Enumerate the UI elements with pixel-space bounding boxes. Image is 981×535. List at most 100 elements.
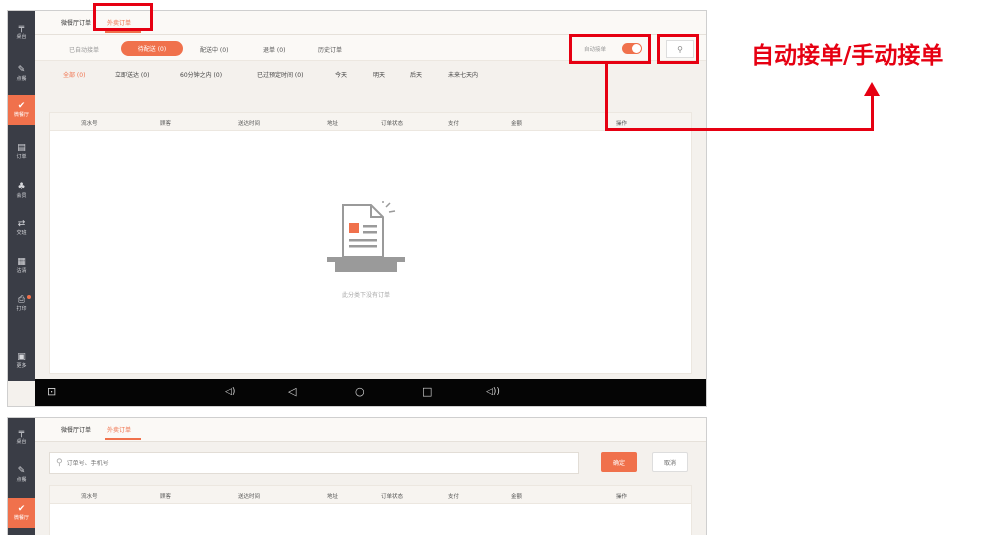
column-header: 送达时间 [238, 121, 261, 127]
column-header: 送达时间 [238, 494, 261, 500]
sidebar-item-label: 微餐厅 [13, 515, 29, 521]
filter-immediate[interactable]: 立即送达 (0) [115, 70, 149, 79]
sidebar-item-sold-out[interactable]: ▦ 沽清 [8, 251, 35, 281]
filter-overdue[interactable]: 已过预定时间 (0) [257, 70, 303, 79]
sidebar-item-member[interactable]: ♣ 会员 [8, 176, 35, 206]
notification-dot [27, 295, 31, 299]
tab-underline [105, 438, 141, 440]
column-header: 订单状态 [381, 121, 404, 127]
volume-up-icon[interactable]: ◁)) [486, 385, 500, 399]
screenshot-key-icon[interactable]: ⊡ [47, 385, 56, 399]
sidebar-item-label: 会员 [16, 193, 27, 199]
column-header: 流水号 [81, 121, 98, 127]
tab-wechat-orders[interactable]: 微餐厅订单 [61, 425, 91, 434]
orders-icon: ▤ [17, 143, 26, 153]
arrow-up-icon [864, 82, 880, 96]
column-header: 地址 [327, 121, 339, 127]
connector-line-up [871, 95, 874, 131]
confirm-button[interactable]: 确定 [601, 452, 637, 472]
filter-day-after[interactable]: 后天 [410, 70, 422, 79]
main-screen: ╤ 桌台 ✎ 点餐 ✔ 微餐厅 ▤ 订单 ♣ 会员 ⇄ 交班 ▦ 沽清 ⎙ 打印 [7, 10, 707, 407]
wechat-restaurant-icon: ✔ [17, 101, 26, 111]
more-icon: ▣ [17, 352, 26, 362]
sidebar-item-label: 打印 [16, 306, 27, 312]
sidebar-item-label: 沽清 [16, 268, 27, 274]
orders-table: 流水号 顾客 送达时间 地址 订单状态 支付 金额 操作 [49, 112, 692, 374]
sidebar-item-label: 桌台 [16, 439, 27, 445]
connector-line-horizontal [605, 128, 874, 131]
sidebar-item-wechat-restaurant[interactable]: ✔ 微餐厅 [8, 95, 35, 125]
tab-auto-accepted[interactable]: 已自动接单 [69, 45, 99, 54]
sidebar: ╤ 桌台 ✎ 点餐 ✔ 微餐厅 ▤ 订单 ♣ 会员 ⇄ 交班 ▦ 沽清 ⎙ 打印 [8, 11, 35, 381]
tab-pending-delivery[interactable]: 待配送 (0) [121, 41, 183, 56]
sidebar-item-label: 桌台 [16, 34, 27, 40]
volume-down-icon[interactable]: ◁) [225, 385, 235, 399]
filter-all[interactable]: 全部 (0) [63, 70, 85, 79]
sidebar-item-handover[interactable]: ⇄ 交班 [8, 213, 35, 243]
table-header: 流水号 顾客 送达时间 地址 订单状态 支付 金额 操作 [50, 486, 691, 504]
member-icon: ♣ [17, 182, 26, 192]
column-header: 操作 [616, 494, 628, 500]
column-header: 流水号 [81, 494, 98, 500]
column-header: 地址 [327, 494, 339, 500]
recent-apps-icon[interactable]: □ [422, 385, 432, 399]
sidebar: ╤ 桌台 ✎ 点餐 ✔ 微餐厅 [8, 418, 35, 535]
sidebar-item-label: 订单 [16, 154, 27, 160]
highlight-takeout-tab [93, 3, 153, 31]
order-food-icon: ✎ [17, 65, 26, 75]
filter-within-60min[interactable]: 60分钟之内 (0) [180, 70, 222, 79]
empty-state-text: 此分类下没有订单 [342, 292, 391, 299]
table-icon: ╤ [18, 428, 25, 438]
sidebar-item-order-food[interactable]: ✎ 点餐 [8, 460, 35, 490]
sidebar-item-label: 微餐厅 [13, 112, 29, 118]
sidebar-item-label: 更多 [16, 363, 27, 369]
tab-refund[interactable]: 退单 (0) [263, 45, 285, 54]
filter-tomorrow[interactable]: 明天 [373, 70, 385, 79]
orders-table: 流水号 顾客 送达时间 地址 订单状态 支付 金额 操作 [49, 485, 692, 535]
sold-out-icon: ▦ [17, 257, 26, 267]
order-search-box[interactable]: ⚲ [49, 452, 579, 474]
filter-today[interactable]: 今天 [335, 70, 347, 79]
column-header: 订单状态 [381, 494, 404, 500]
highlight-auto-accept-toggle [569, 34, 651, 64]
handover-icon: ⇄ [17, 219, 26, 229]
annotation-label: 自动接单/手动接单 [751, 43, 944, 69]
search-screen: ╤ 桌台 ✎ 点餐 ✔ 微餐厅 微餐厅订单 外卖订单 ⚲ 确定 取消 流水号 顾… [7, 417, 707, 535]
table-header: 流水号 顾客 送达时间 地址 订单状态 支付 金额 操作 [50, 113, 691, 131]
sidebar-item-print[interactable]: ⎙ 打印 [8, 289, 35, 319]
sidebar-item-label: 点餐 [16, 477, 27, 483]
empty-document-icon [327, 201, 405, 272]
tab-history[interactable]: 历史订单 [318, 45, 342, 54]
column-header: 支付 [448, 494, 460, 500]
filter-next-seven-days[interactable]: 未来七天内 [448, 70, 478, 79]
cancel-button[interactable]: 取消 [652, 452, 688, 472]
tab-takeout-orders[interactable]: 外卖订单 [107, 425, 131, 434]
tab-delivering[interactable]: 配送中 (0) [200, 45, 228, 54]
top-tab-bar: 微餐厅订单 外卖订单 [35, 418, 706, 442]
column-header: 金额 [511, 494, 523, 500]
home-icon[interactable]: ○ [355, 385, 365, 399]
tab-underline [105, 31, 141, 33]
column-header: 顾客 [160, 121, 172, 127]
search-content: 微餐厅订单 外卖订单 ⚲ 确定 取消 流水号 顾客 送达时间 地址 订单状态 支… [35, 418, 706, 535]
column-header: 支付 [448, 121, 460, 127]
order-search-input[interactable] [66, 459, 547, 467]
order-food-icon: ✎ [17, 466, 26, 476]
sidebar-item-order-food[interactable]: ✎ 点餐 [8, 59, 35, 89]
sidebar-item-table[interactable]: ╤ 桌台 [8, 422, 35, 452]
connector-line-vertical [605, 64, 608, 131]
column-header: 金额 [511, 121, 523, 127]
wechat-restaurant-icon: ✔ [17, 504, 26, 514]
back-icon[interactable]: ◁ [288, 385, 296, 399]
sidebar-item-more[interactable]: ▣ 更多 [8, 346, 35, 376]
sidebar-item-table[interactable]: ╤ 桌台 [8, 17, 35, 47]
search-icon: ⚲ [56, 458, 63, 468]
sidebar-item-label: 交班 [16, 230, 27, 236]
sidebar-item-orders[interactable]: ▤ 订单 [8, 137, 35, 167]
sidebar-item-label: 点餐 [16, 76, 27, 82]
sidebar-item-wechat-restaurant[interactable]: ✔ 微餐厅 [8, 498, 35, 528]
tab-wechat-orders[interactable]: 微餐厅订单 [61, 18, 91, 27]
android-navigation-bar: ⊡ ◁) ◁ ○ □ ◁)) [35, 379, 706, 406]
column-header: 操作 [616, 121, 628, 127]
column-header: 顾客 [160, 494, 172, 500]
